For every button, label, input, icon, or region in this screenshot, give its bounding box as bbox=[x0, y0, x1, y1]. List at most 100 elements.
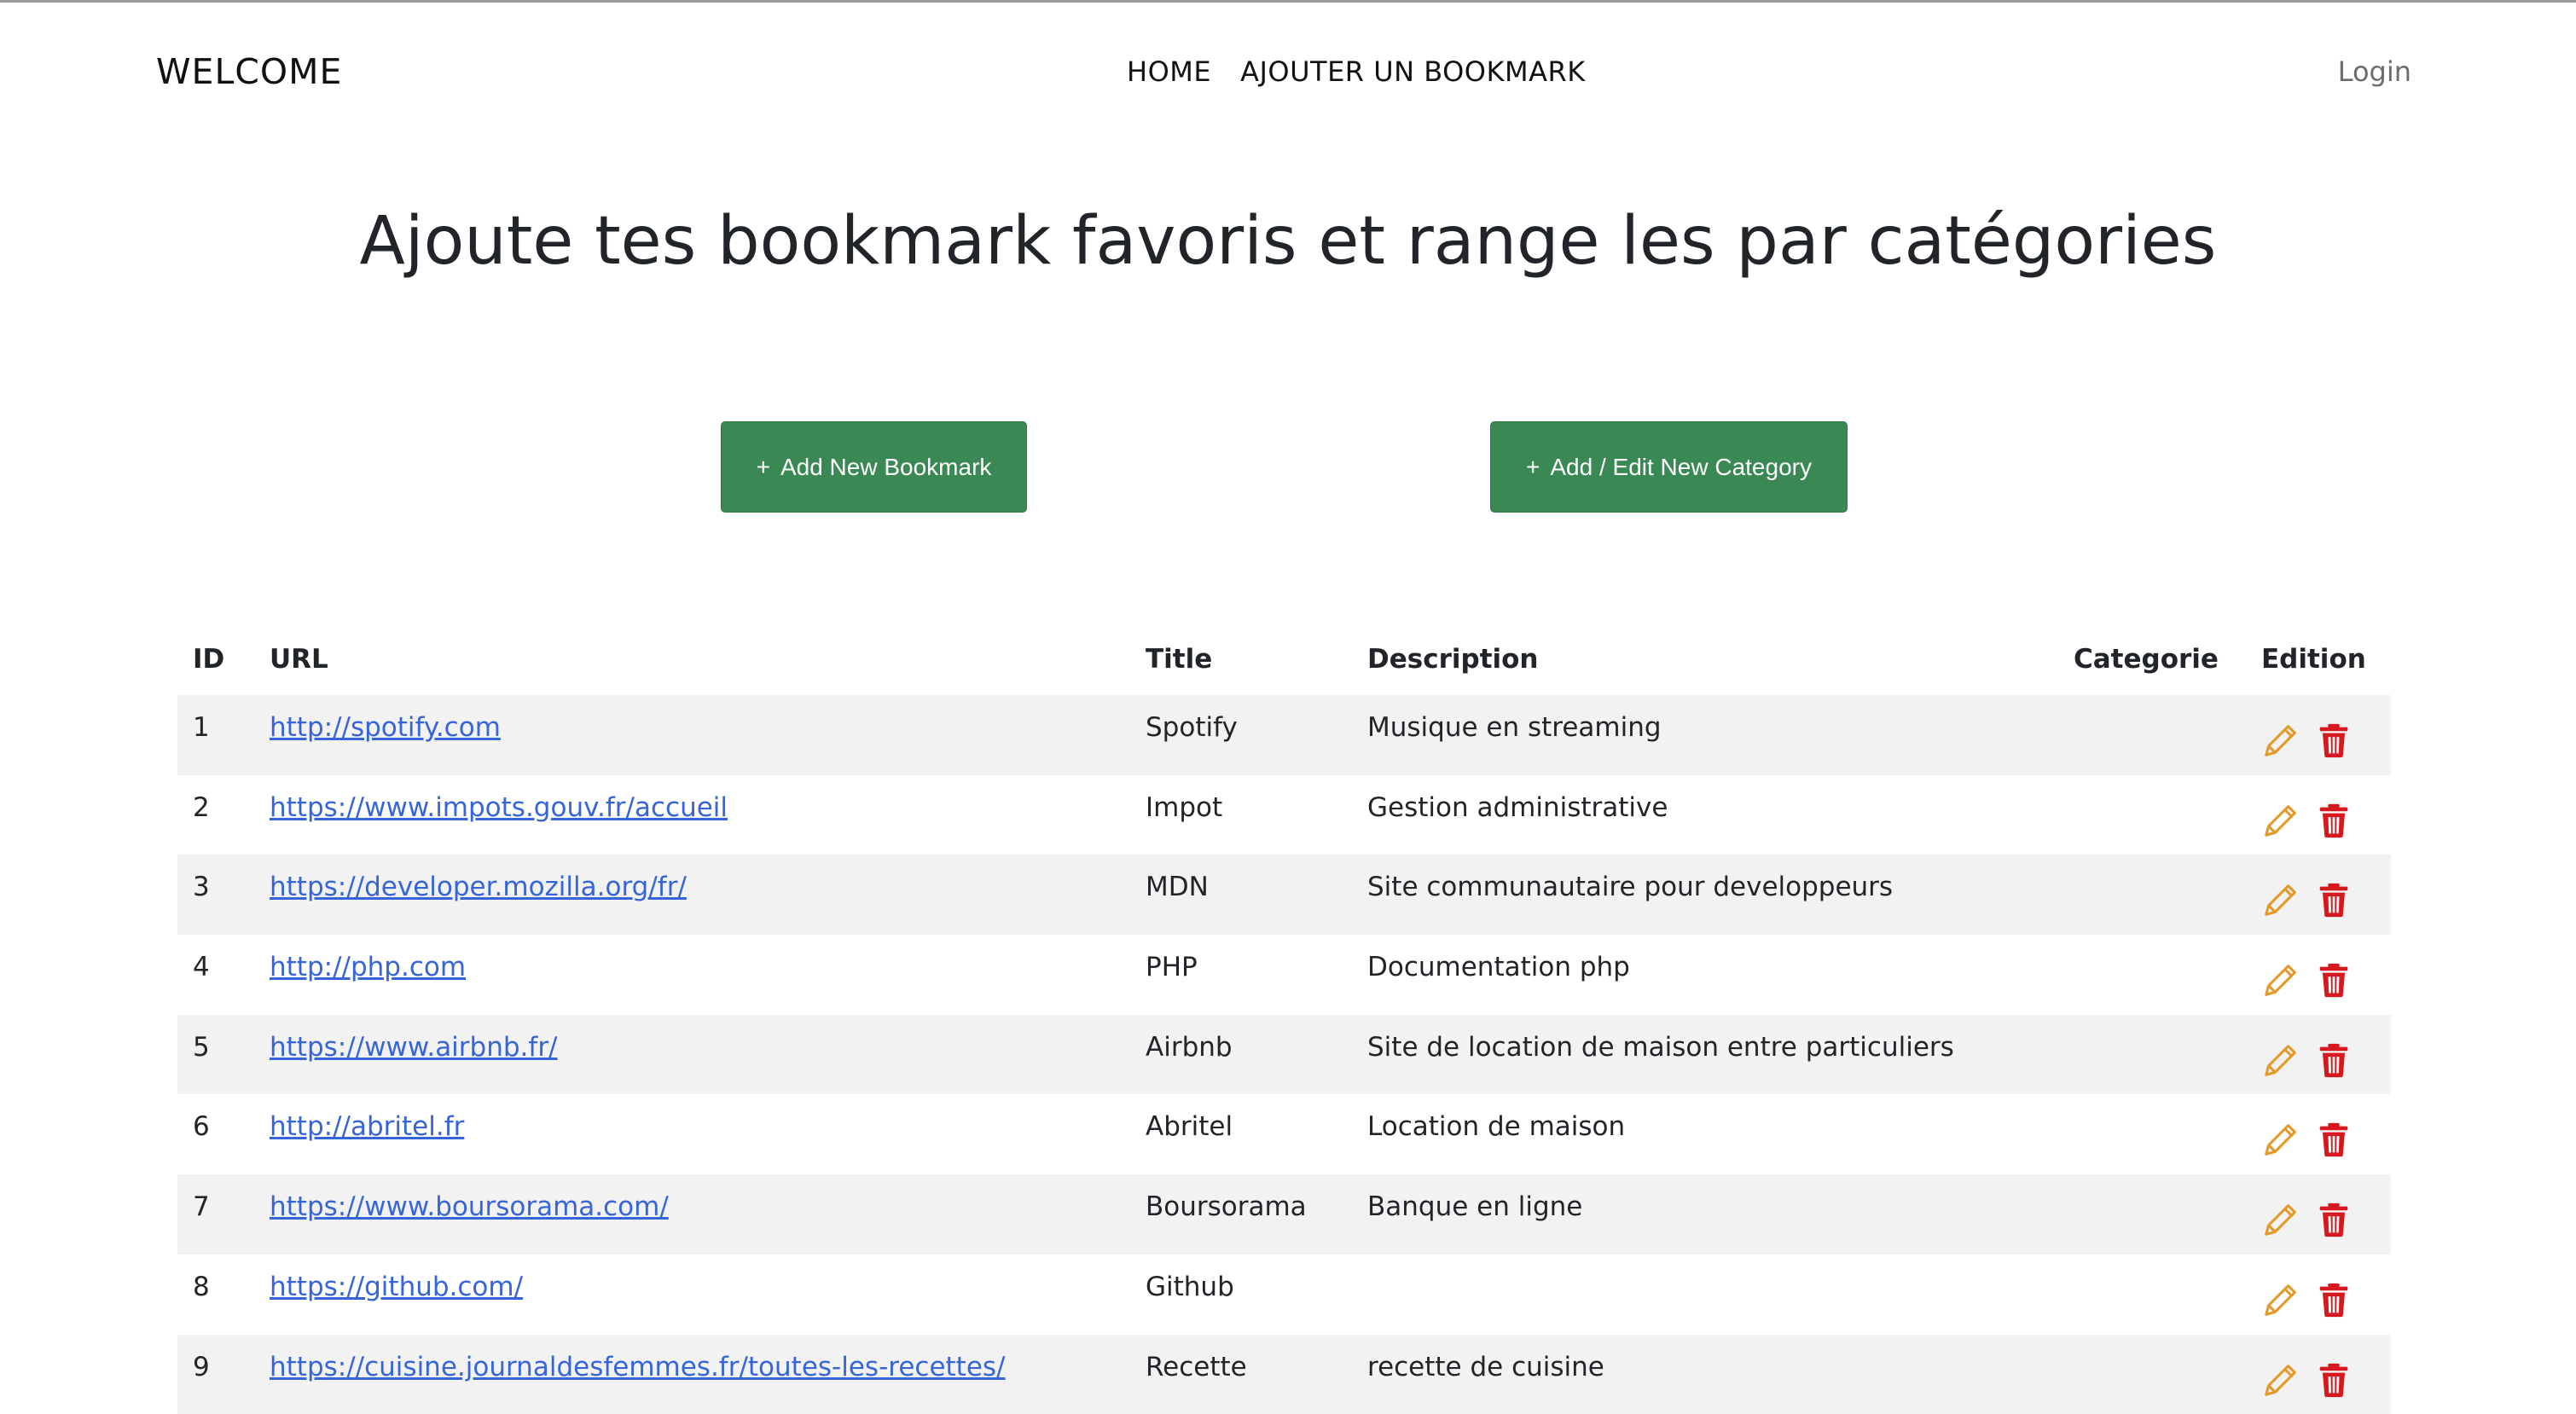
table-row: 3 https://developer.mozilla.org/fr/ MDN … bbox=[177, 855, 2391, 935]
trash-icon[interactable] bbox=[2314, 1360, 2353, 1400]
header-description: Description bbox=[1352, 623, 2058, 695]
trash-icon[interactable] bbox=[2314, 960, 2353, 1000]
add-bookmark-button[interactable]: + Add New Bookmark bbox=[721, 421, 1027, 513]
table-row: 9 https://cuisine.journaldesfemmes.fr/to… bbox=[177, 1335, 2391, 1414]
row-edition bbox=[2246, 695, 2391, 775]
login-link[interactable]: Login bbox=[2338, 55, 2411, 88]
url-link[interactable]: http://spotify.com bbox=[270, 712, 501, 743]
trash-icon[interactable] bbox=[2314, 1280, 2353, 1319]
trash-icon[interactable] bbox=[2314, 801, 2353, 840]
row-url: http://abritel.fr bbox=[254, 1094, 1130, 1174]
row-title: Abritel bbox=[1130, 1094, 1352, 1174]
header-id: ID bbox=[177, 623, 254, 695]
pencil-icon[interactable] bbox=[2261, 960, 2300, 1000]
plus-icon: + bbox=[1526, 454, 1540, 481]
url-link[interactable]: http://php.com bbox=[270, 952, 466, 982]
row-id: 4 bbox=[177, 935, 254, 1015]
row-description: Documentation php bbox=[1352, 935, 2058, 1015]
row-actions bbox=[2261, 1111, 2391, 1159]
row-id: 8 bbox=[177, 1255, 254, 1335]
header-url: URL bbox=[254, 623, 1130, 695]
row-description: Location de maison bbox=[1352, 1094, 2058, 1174]
table-body: 1 http://spotify.com Spotify Musique en … bbox=[177, 695, 2391, 1414]
add-category-button[interactable]: + Add / Edit New Category bbox=[1490, 421, 1848, 513]
row-id: 6 bbox=[177, 1094, 254, 1174]
row-actions bbox=[2261, 952, 2391, 1000]
table-header: ID URL Title Description Categorie Editi… bbox=[177, 623, 2391, 695]
row-actions bbox=[2261, 712, 2391, 760]
row-edition bbox=[2246, 1174, 2391, 1255]
pencil-icon[interactable] bbox=[2261, 880, 2300, 919]
nav-link-add-bookmark[interactable]: AJOUTER UN BOOKMARK bbox=[1240, 55, 1586, 88]
add-category-label: Add / Edit New Category bbox=[1550, 454, 1812, 481]
nav-links: HOME AJOUTER UN BOOKMARK bbox=[1127, 55, 1586, 88]
pencil-icon[interactable] bbox=[2261, 1120, 2300, 1159]
row-category bbox=[2058, 855, 2246, 935]
row-url: https://github.com/ bbox=[254, 1255, 1130, 1335]
row-description: Musique en streaming bbox=[1352, 695, 2058, 775]
pencil-icon[interactable] bbox=[2261, 1200, 2300, 1239]
row-edition bbox=[2246, 1255, 2391, 1335]
header-title: Title bbox=[1130, 623, 1352, 695]
navbar: WELCOME HOME AJOUTER UN BOOKMARK Login bbox=[0, 3, 2576, 143]
row-url: https://www.impots.gouv.fr/accueil bbox=[254, 775, 1130, 855]
pencil-icon[interactable] bbox=[2261, 801, 2300, 840]
table-row: 2 https://www.impots.gouv.fr/accueil Imp… bbox=[177, 775, 2391, 855]
row-actions bbox=[2261, 1352, 2391, 1400]
row-edition bbox=[2246, 775, 2391, 855]
row-url: https://www.boursorama.com/ bbox=[254, 1174, 1130, 1255]
table-row: 5 https://www.airbnb.fr/ Airbnb Site de … bbox=[177, 1015, 2391, 1095]
row-title: Recette bbox=[1130, 1335, 1352, 1414]
header-category: Categorie bbox=[2058, 623, 2246, 695]
url-link[interactable]: https://github.com/ bbox=[270, 1272, 523, 1302]
row-title: Spotify bbox=[1130, 695, 1352, 775]
row-description: recette de cuisine bbox=[1352, 1335, 2058, 1414]
row-actions bbox=[2261, 1032, 2391, 1080]
trash-icon[interactable] bbox=[2314, 1040, 2353, 1080]
pencil-icon[interactable] bbox=[2261, 1360, 2300, 1400]
row-id: 7 bbox=[177, 1174, 254, 1255]
url-link[interactable]: https://www.impots.gouv.fr/accueil bbox=[270, 792, 728, 823]
url-link[interactable]: https://developer.mozilla.org/fr/ bbox=[270, 872, 687, 902]
row-id: 2 bbox=[177, 775, 254, 855]
row-category bbox=[2058, 775, 2246, 855]
row-actions bbox=[2261, 1272, 2391, 1319]
row-actions bbox=[2261, 1191, 2391, 1239]
bookmarks-table: ID URL Title Description Categorie Editi… bbox=[177, 623, 2391, 1414]
row-category bbox=[2058, 1335, 2246, 1414]
url-link[interactable]: https://cuisine.journaldesfemmes.fr/tout… bbox=[270, 1352, 1006, 1382]
pencil-icon[interactable] bbox=[2261, 1040, 2300, 1080]
row-url: http://spotify.com bbox=[254, 695, 1130, 775]
url-link[interactable]: https://www.boursorama.com/ bbox=[270, 1191, 669, 1222]
pencil-icon[interactable] bbox=[2261, 1280, 2300, 1319]
table-row: 7 https://www.boursorama.com/ Boursorama… bbox=[177, 1174, 2391, 1255]
trash-icon[interactable] bbox=[2314, 1120, 2353, 1159]
trash-icon[interactable] bbox=[2314, 1200, 2353, 1239]
table-row: 6 http://abritel.fr Abritel Location de … bbox=[177, 1094, 2391, 1174]
nav-link-home[interactable]: HOME bbox=[1127, 55, 1211, 88]
row-title: Impot bbox=[1130, 775, 1352, 855]
row-title: PHP bbox=[1130, 935, 1352, 1015]
row-actions bbox=[2261, 792, 2391, 840]
row-url: https://developer.mozilla.org/fr/ bbox=[254, 855, 1130, 935]
table-row: 1 http://spotify.com Spotify Musique en … bbox=[177, 695, 2391, 775]
header-edition: Edition bbox=[2246, 623, 2391, 695]
row-title: Airbnb bbox=[1130, 1015, 1352, 1095]
trash-icon[interactable] bbox=[2314, 880, 2353, 919]
row-category bbox=[2058, 1015, 2246, 1095]
row-edition bbox=[2246, 1015, 2391, 1095]
table-row: 4 http://php.com PHP Documentation php bbox=[177, 935, 2391, 1015]
brand-link[interactable]: WELCOME bbox=[156, 51, 342, 92]
row-title: Boursorama bbox=[1130, 1174, 1352, 1255]
row-description bbox=[1352, 1255, 2058, 1335]
url-link[interactable]: http://abritel.fr bbox=[270, 1111, 464, 1142]
pencil-icon[interactable] bbox=[2261, 721, 2300, 760]
row-category bbox=[2058, 935, 2246, 1015]
trash-icon[interactable] bbox=[2314, 721, 2353, 760]
add-bookmark-label: Add New Bookmark bbox=[780, 454, 991, 481]
url-link[interactable]: https://www.airbnb.fr/ bbox=[270, 1032, 558, 1063]
page-title: Ajoute tes bookmark favoris et range les… bbox=[0, 203, 2576, 280]
row-actions bbox=[2261, 872, 2391, 919]
row-edition bbox=[2246, 935, 2391, 1015]
table-row: 8 https://github.com/ Github bbox=[177, 1255, 2391, 1335]
